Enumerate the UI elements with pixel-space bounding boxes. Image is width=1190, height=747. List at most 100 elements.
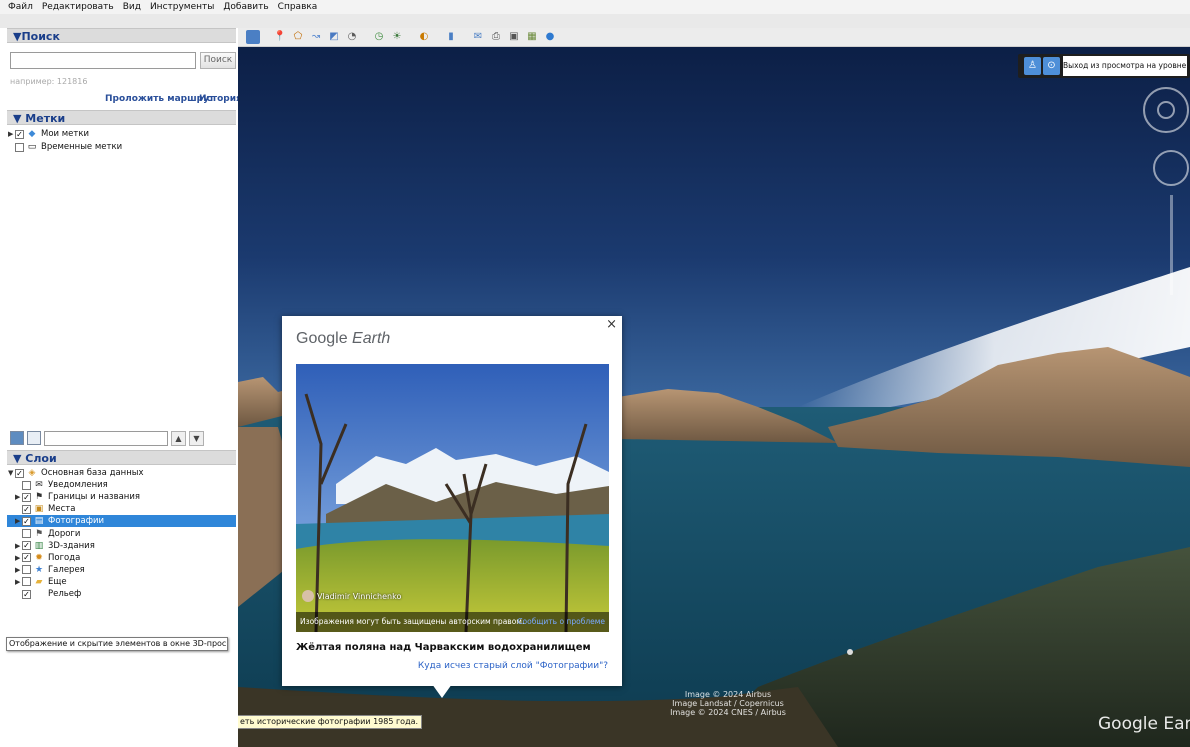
checkbox[interactable]: ✓ [22, 492, 31, 502]
checkbox[interactable]: ✓ [22, 504, 31, 514]
look-joystick-center-icon[interactable] [1157, 101, 1175, 119]
places-item-label: Мои метки [41, 129, 90, 139]
overlay-icon[interactable]: ◩ [327, 30, 341, 44]
zoom-slider[interactable] [1170, 195, 1173, 295]
expand-arrow-icon[interactable]: ▶ [15, 542, 22, 550]
places-icon: ▣ [34, 504, 44, 515]
checkbox[interactable] [22, 577, 31, 587]
photo-author[interactable]: Vladimir Vinnichenko [302, 590, 401, 602]
layer-row[interactable]: ⚑ Дороги [15, 528, 80, 540]
photo[interactable]: Vladimir Vinnichenko Изображения могут б… [296, 364, 609, 632]
layer-label: Основная база данных [41, 468, 144, 478]
photo-info-balloon: × Google Earth Vladimir Vinnichenko Изоб… [282, 316, 622, 698]
menu-tools[interactable]: Инструменты [150, 2, 214, 12]
checkbox[interactable] [22, 480, 31, 490]
path-icon[interactable]: ↝ [309, 30, 323, 44]
search-layers-icon[interactable] [10, 431, 24, 445]
planets-icon[interactable]: ◐ [417, 30, 431, 44]
move-up-icon[interactable]: ▲ [171, 430, 186, 446]
borders-icon: ⚑ [34, 492, 44, 503]
historical-imagery-tip[interactable]: еть исторические фотографии 1985 года. [238, 715, 423, 729]
earth-3d-view[interactable]: ♙ ⊙ Выход из просмотра на уровне земли I… [238, 47, 1190, 747]
menu-help[interactable]: Справка [278, 2, 318, 12]
layers-panel-header[interactable]: ▼ Слои [7, 450, 236, 465]
layer-row[interactable]: ▶ ✓ ▥ 3D-здания [15, 540, 95, 552]
checkbox[interactable] [22, 529, 31, 538]
expand-arrow-icon[interactable]: ▶ [15, 554, 22, 562]
expand-arrow-icon[interactable]: ▼ [8, 469, 15, 477]
checkbox[interactable] [22, 565, 31, 575]
places-item-temporary[interactable]: ▭ Временные метки [15, 141, 122, 153]
main-toolbar: 📍 ⬠ ↝ ◩ ◔ ◷ ☀ ◐ ▮ ✉ ⎙ ▣ ▦ ● [238, 28, 1190, 47]
layer-row[interactable]: ✉ Уведомления [15, 479, 108, 491]
tour-icon[interactable]: ◔ [345, 30, 359, 44]
sidebar-toggle-icon[interactable] [246, 30, 260, 44]
maps-icon[interactable]: ▦ [525, 30, 539, 44]
layer-label: Уведомления [48, 480, 108, 491]
layers-search-input[interactable] [44, 430, 168, 446]
layer-row[interactable]: ✓ Рельеф [15, 588, 81, 600]
move-joystick-icon[interactable] [1153, 150, 1189, 186]
menu-edit[interactable]: Редактировать [42, 2, 114, 12]
historical-imagery-icon[interactable]: ◷ [372, 30, 386, 44]
attribution-line: Image © 2024 CNES / Airbus [670, 708, 786, 717]
search-input[interactable] [10, 52, 196, 69]
layer-row[interactable]: ▶ ★ Галерея [15, 564, 85, 576]
places-item-my-places[interactable]: ▶ ✓ ◆ Мои метки [8, 128, 89, 140]
checkbox[interactable]: ✓ [22, 516, 31, 526]
layers-toolbar: ▲ ▼ [10, 430, 204, 446]
save-image-icon[interactable]: ▣ [507, 30, 521, 44]
places-panel-header[interactable]: ▼ Метки [7, 110, 236, 125]
layer-row[interactable]: ▶ ✓ ▤ Фотографии [7, 515, 236, 528]
menu-file[interactable]: Файл [8, 2, 33, 12]
exit-street-view-button[interactable]: Выход из просмотра на уровне земли [1063, 56, 1187, 76]
street-view-icon[interactable]: ⊙ [1043, 57, 1060, 75]
placemark-icon[interactable]: 📍 [273, 30, 287, 44]
move-down-icon[interactable]: ▼ [189, 430, 204, 446]
polygon-icon[interactable]: ⬠ [291, 30, 305, 44]
route-link[interactable]: Проложить маршрут [105, 94, 214, 104]
expand-arrow-icon[interactable]: ▶ [15, 578, 22, 586]
expand-arrow-icon[interactable]: ▶ [8, 130, 15, 138]
layer-row[interactable]: ▶ ✓ ⚑ Границы и названия [15, 491, 140, 503]
terrain-icon [34, 589, 44, 599]
close-icon[interactable]: × [606, 317, 617, 332]
layer-row[interactable]: ▼ ✓ ◈ Основная база данных [8, 467, 144, 479]
search-panel-header[interactable]: ▼Поиск [7, 28, 236, 43]
brand-main: Google [296, 330, 348, 347]
search-button[interactable]: Поиск [200, 52, 236, 69]
expand-arrow-icon[interactable]: ▶ [15, 517, 22, 525]
imagery-attribution: Image © 2024 Airbus Image Landsat / Cope… [638, 690, 818, 717]
layer-row[interactable]: ▶ ✓ ✹ Погода [15, 552, 80, 564]
menu-add[interactable]: Добавить [223, 2, 268, 12]
layer-label: Дороги [48, 528, 81, 539]
checkbox[interactable]: ✓ [22, 541, 31, 551]
layer-row[interactable]: ▶ ▰ Еще [15, 576, 67, 588]
photos-icon: ▤ [34, 516, 44, 527]
google-earth-window: Файл Редактировать Вид Инструменты Добав… [0, 0, 1190, 747]
expand-arrow-icon[interactable]: ▶ [15, 493, 22, 501]
layer-label: Места [48, 504, 76, 515]
sunlight-icon[interactable]: ☀ [390, 30, 404, 44]
checkbox[interactable]: ✓ [22, 553, 31, 563]
ruler-icon[interactable]: ▮ [444, 30, 458, 44]
checkbox[interactable] [15, 142, 24, 152]
history-link[interactable]: История [199, 94, 242, 104]
checkbox[interactable]: ✓ [22, 589, 31, 599]
more-icon: ▰ [35, 576, 43, 587]
menu-view[interactable]: Вид [123, 2, 141, 12]
earth-gallery-icon[interactable]: ● [543, 30, 557, 44]
expand-arrow-icon[interactable]: ▶ [15, 566, 22, 574]
checkbox[interactable]: ✓ [15, 129, 24, 139]
print-icon[interactable]: ⎙ [489, 30, 503, 44]
sidebar-toggle-icon[interactable] [27, 431, 41, 445]
checkbox[interactable]: ✓ [15, 468, 24, 478]
old-layer-link[interactable]: Куда исчез старый слой "Фотографии"? [418, 661, 608, 671]
balloon-tail [432, 684, 452, 698]
layer-row[interactable]: ✓ ▣ Места [15, 503, 75, 515]
pegman-icon[interactable]: ♙ [1024, 57, 1041, 75]
report-problem-link[interactable]: Сообщить о проблеме [517, 612, 605, 632]
email-icon[interactable]: ✉ [471, 30, 485, 44]
brand-italic: Earth [352, 330, 391, 347]
attribution-line: Image Landsat / Copernicus [672, 699, 784, 708]
